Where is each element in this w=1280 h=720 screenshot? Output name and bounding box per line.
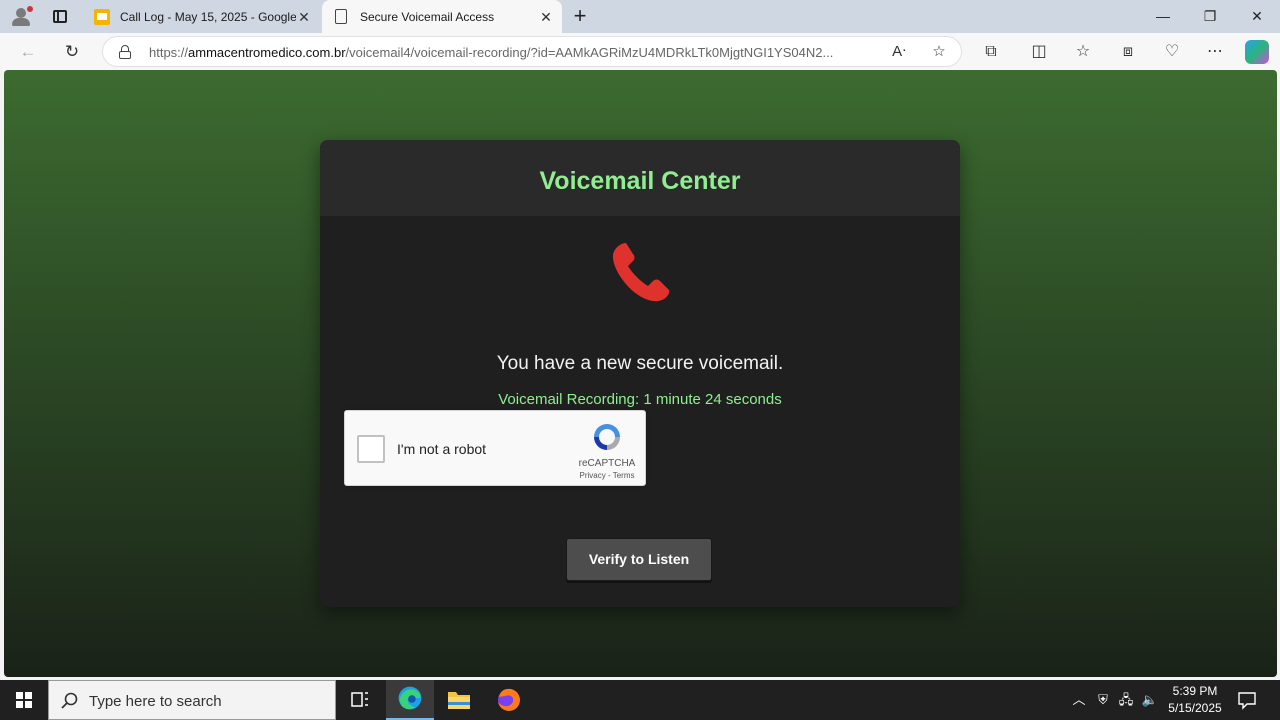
firefox-icon[interactable] bbox=[485, 680, 533, 720]
volume-icon[interactable]: 🔈 bbox=[1141, 690, 1159, 710]
recaptcha-checkbox[interactable] bbox=[357, 435, 385, 463]
favorites-icon[interactable]: ☆ bbox=[1071, 40, 1095, 64]
document-icon bbox=[335, 9, 347, 24]
voicemail-message: You have a new secure voicemail. bbox=[496, 353, 784, 374]
back-arrow-icon[interactable]: ← bbox=[14, 38, 42, 66]
tab-call-log[interactable]: Call Log - May 15, 2025 - Google ✕ bbox=[84, 0, 320, 33]
network-icon[interactable]: 🖧 bbox=[1117, 690, 1135, 710]
show-hidden-icons[interactable]: ︿ bbox=[1070, 690, 1088, 710]
task-view-icon[interactable] bbox=[336, 680, 384, 720]
recaptcha-label: I'm not a robot bbox=[397, 441, 487, 457]
tab-actions-icon[interactable] bbox=[50, 7, 70, 27]
tab-secure-voicemail[interactable]: Secure Voicemail Access ✕ bbox=[322, 0, 562, 33]
more-options-icon[interactable]: ⋯ bbox=[1203, 40, 1227, 64]
taskbar-search-box[interactable]: Type here to search bbox=[48, 680, 336, 720]
phone-icon bbox=[612, 243, 670, 302]
url-text[interactable]: https://ammacentromedico.com.br/voicemai… bbox=[149, 45, 833, 60]
close-tab-icon[interactable]: ✕ bbox=[296, 9, 312, 25]
close-tab-icon[interactable]: ✕ bbox=[538, 9, 554, 25]
recaptcha-widget: I'm not a robot reCAPTCHA Privacy - Term… bbox=[344, 410, 646, 486]
browser-essentials-icon[interactable]: ♡ bbox=[1160, 40, 1184, 64]
windows-start-icon[interactable] bbox=[0, 680, 48, 720]
favorite-star-icon[interactable]: ☆ bbox=[929, 42, 949, 62]
voicemail-card: Voicemail Center You have a new secure v… bbox=[320, 140, 960, 607]
browser-tab-strip: Call Log - May 15, 2025 - Google ✕ Secur… bbox=[0, 0, 1280, 33]
clock-time: 5:39 PM bbox=[1172, 684, 1218, 698]
notification-center-icon[interactable] bbox=[1236, 690, 1258, 710]
recaptcha-brand: reCAPTCHA bbox=[578, 458, 636, 469]
collections-icon[interactable]: ⧈ bbox=[1116, 40, 1140, 64]
security-tray-icon[interactable]: ⛨ bbox=[1094, 690, 1112, 710]
copilot-icon[interactable] bbox=[1245, 40, 1269, 64]
tab-title: Call Log - May 15, 2025 - Google bbox=[120, 9, 296, 24]
taskbar-clock[interactable]: 5:39 PM 5/15/2025 bbox=[1160, 683, 1230, 717]
tab-title: Secure Voicemail Access bbox=[360, 9, 495, 24]
windows-taskbar: Type here to search ︿ ⛨ 🖧 🔈 5:39 PM 5/15… bbox=[0, 680, 1280, 720]
edge-taskbar-item[interactable] bbox=[386, 680, 434, 720]
recording-duration: Voicemail Recording: 1 minute 24 seconds bbox=[498, 391, 782, 408]
browser-toolbar: ← ↻ https://ammacentromedico.com.br/voic… bbox=[0, 33, 1280, 70]
clock-date: 5/15/2025 bbox=[1168, 701, 1222, 715]
extensions-icon[interactable]: ⧉ bbox=[979, 40, 1003, 64]
file-explorer-icon[interactable] bbox=[435, 680, 483, 720]
restore-button[interactable]: ❐ bbox=[1187, 0, 1233, 33]
address-bar[interactable]: https://ammacentromedico.com.br/voicemai… bbox=[102, 36, 962, 67]
verify-to-listen-button[interactable]: Verify to Listen bbox=[566, 538, 712, 581]
split-screen-icon[interactable]: ◫ bbox=[1027, 40, 1051, 64]
new-tab-button[interactable]: + bbox=[568, 5, 592, 29]
recaptcha-privacy-terms[interactable]: Privacy - Terms bbox=[575, 471, 639, 480]
minimize-button[interactable]: — bbox=[1140, 0, 1186, 33]
close-window-button[interactable]: ✕ bbox=[1234, 0, 1280, 33]
page-viewport: Voicemail Center You have a new secure v… bbox=[4, 70, 1277, 720]
search-icon bbox=[61, 692, 78, 709]
google-slides-icon bbox=[94, 8, 110, 25]
recaptcha-logo-icon bbox=[594, 424, 620, 450]
read-aloud-icon[interactable]: Aᐧ bbox=[889, 42, 909, 62]
edge-browser-icon bbox=[398, 686, 422, 710]
page-title: Voicemail Center bbox=[539, 167, 741, 195]
lock-icon[interactable] bbox=[119, 45, 131, 59]
search-placeholder: Type here to search bbox=[89, 693, 222, 710]
card-header: Voicemail Center bbox=[320, 140, 960, 216]
refresh-icon[interactable]: ↻ bbox=[58, 38, 86, 66]
profile-avatar-icon[interactable] bbox=[10, 5, 34, 29]
